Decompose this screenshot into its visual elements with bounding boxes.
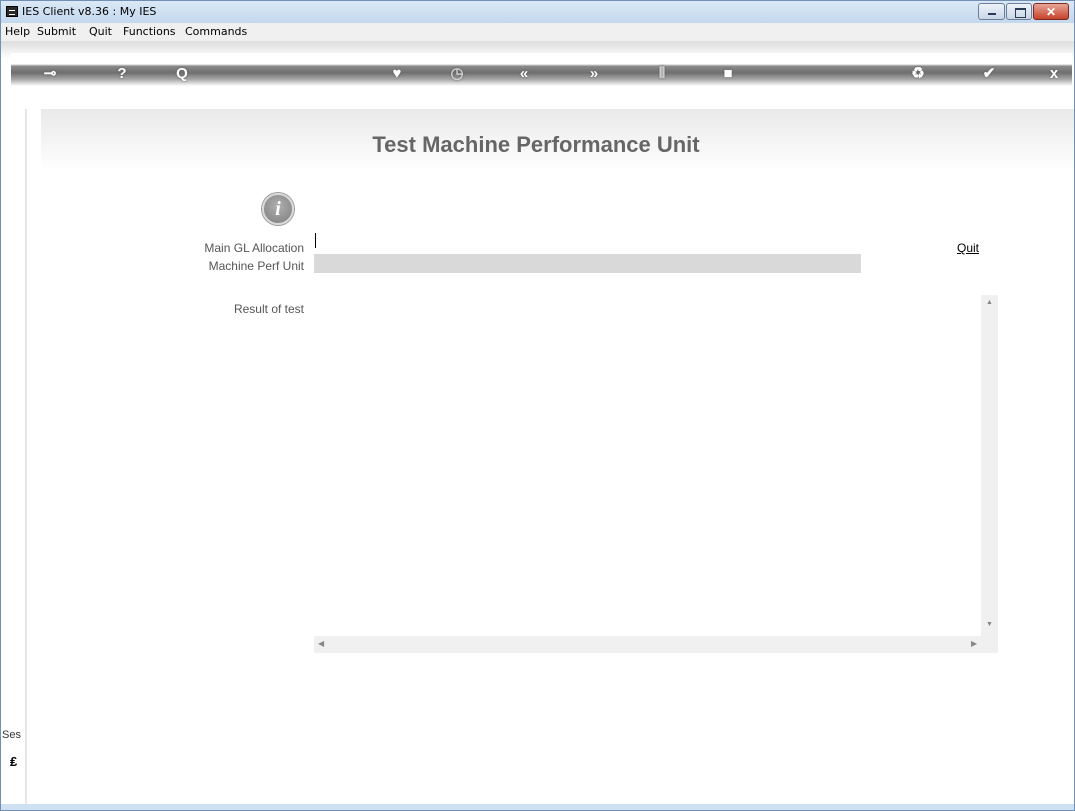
title-bar[interactable]: IES Client v8.36 : My IES ✕ — [1, 1, 1074, 23]
app-icon — [6, 6, 18, 17]
close-window-button[interactable]: ✕ — [1033, 3, 1069, 20]
machine-perf-unit-label: Machine Perf Unit — [208, 259, 304, 273]
session-label: Ses — [2, 729, 21, 741]
tools-icon[interactable]: ⫴ — [652, 64, 672, 84]
check-icon[interactable]: ✔ — [979, 64, 999, 84]
info-glyph: i — [275, 198, 281, 220]
recycle-icon[interactable]: ♻ — [908, 64, 928, 84]
stop-icon[interactable]: ■ — [718, 64, 738, 84]
menu-submit[interactable]: Submit — [37, 25, 76, 38]
scroll-left-icon[interactable]: ◀ — [318, 639, 324, 648]
menu-commands[interactable]: Commands — [185, 25, 247, 38]
status-bar — [1, 804, 1074, 810]
result-text-area[interactable] — [314, 295, 998, 655]
fast-forward-icon[interactable]: » — [584, 64, 604, 84]
sidebar-divider — [25, 109, 27, 804]
scroll-up-icon[interactable]: ▲ — [981, 299, 998, 306]
info-icon[interactable]: i — [262, 193, 294, 225]
scroll-down-icon[interactable]: ▼ — [981, 621, 998, 628]
header-band: Test Machine Performance Unit — [41, 109, 1074, 171]
help-icon[interactable]: ? — [112, 64, 132, 84]
menu-quit[interactable]: Quit — [89, 25, 112, 38]
clock-icon[interactable]: ◷ — [447, 64, 467, 84]
key-icon[interactable]: ⊸ — [37, 64, 63, 84]
maximize-button[interactable] — [1006, 3, 1032, 20]
session-sidebar: Ses ₤ — [1, 109, 41, 804]
text-caret — [315, 233, 316, 248]
main-content: Test Machine Performance Unit i Main GL … — [41, 109, 1074, 804]
search-icon[interactable]: Q — [172, 64, 192, 84]
menu-functions[interactable]: Functions — [123, 25, 176, 38]
quit-link[interactable]: Quit — [957, 241, 979, 255]
minimize-button[interactable] — [978, 3, 1005, 20]
close-icon[interactable]: x — [1044, 64, 1064, 84]
app-window: IES Client v8.36 : My IES ✕ Help Submit … — [0, 0, 1075, 811]
machine-perf-unit-field[interactable] — [314, 254, 861, 273]
scroll-right-icon[interactable]: ▶ — [971, 639, 977, 648]
vertical-scrollbar[interactable]: ▲ ▼ — [981, 295, 998, 636]
result-of-test-label: Result of test — [233, 302, 304, 316]
menu-help[interactable]: Help — [5, 25, 30, 38]
close-icon: ✕ — [1045, 5, 1057, 19]
rewind-icon[interactable]: « — [514, 64, 534, 84]
window-title: IES Client v8.36 : My IES — [22, 5, 157, 18]
toolbar: ⊸ ? Q ♥ ◷ « » ⫴ ■ ♻ ✔ x — [1, 41, 1074, 109]
heart-icon[interactable]: ♥ — [387, 64, 407, 84]
horizontal-scrollbar[interactable]: ◀ ▶ — [314, 636, 998, 653]
session-icon[interactable]: ₤ — [10, 754, 17, 769]
menu-bar: Help Submit Quit Functions Commands — [1, 23, 1074, 41]
page-title: Test Machine Performance Unit — [372, 132, 700, 157]
main-gl-allocation-label: Main GL Allocation — [204, 241, 304, 255]
main-gl-allocation-input[interactable] — [314, 232, 860, 250]
